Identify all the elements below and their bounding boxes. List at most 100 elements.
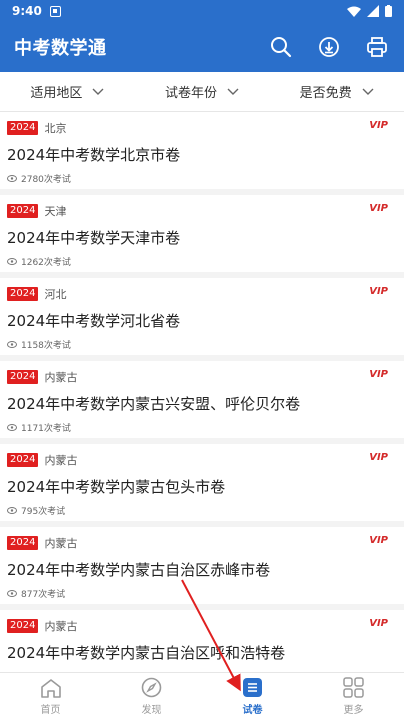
year-badge: 2024 (7, 287, 39, 301)
year-badge: 2024 (7, 204, 39, 218)
views-row: 1262次考试 (7, 255, 396, 268)
compass-icon (141, 677, 162, 698)
status-icons (347, 5, 392, 17)
views-row: 1171次考试 (7, 421, 396, 434)
item-meta: 2024 河北 (7, 286, 396, 302)
region-label: 内蒙古 (44, 371, 78, 384)
views-row: 2780次考试 (7, 172, 396, 185)
vip-badge: VIP (369, 203, 388, 214)
list-item[interactable]: 2024 内蒙古 VIP 2024年中考数学内蒙古自治区呼和浩特卷 (0, 610, 404, 672)
list-item[interactable]: 2024 河北 VIP 2024年中考数学河北省卷 1158次考试 (0, 278, 404, 355)
view-count: 1171次考试 (21, 424, 71, 434)
chevron-down-icon (227, 88, 239, 95)
download-icon (319, 37, 339, 57)
item-meta: 2024 内蒙古 (7, 452, 396, 468)
printer-icon (367, 37, 387, 57)
tab-label: 发现 (141, 705, 162, 716)
view-count: 877次考试 (21, 590, 66, 600)
view-count: 1262次考试 (21, 258, 71, 268)
tab-label: 更多 (343, 705, 364, 716)
eye-icon (7, 507, 17, 514)
signal-icon (367, 5, 379, 17)
filter-year[interactable]: 试卷年份 (135, 82, 270, 101)
eye-icon (7, 175, 17, 182)
eye-icon (7, 424, 17, 431)
list-item[interactable]: 2024 内蒙古 VIP 2024年中考数学内蒙古自治区赤峰市卷 877次考试 (0, 527, 404, 604)
tab-home[interactable]: 首页 (0, 673, 101, 720)
exam-title: 2024年中考数学内蒙古包头市卷 (7, 478, 226, 496)
app-bar: 中考数学通 (0, 22, 404, 72)
item-meta: 2024 内蒙古 (7, 369, 396, 385)
exam-list: 2024 北京 VIP 2024年中考数学北京市卷 2780次考试 2024 天… (0, 112, 404, 672)
tab-exams[interactable]: 试卷 (202, 673, 303, 720)
region-label: 天津 (44, 205, 67, 218)
exam-title: 2024年中考数学内蒙古自治区赤峰市卷 (7, 561, 271, 579)
year-badge: 2024 (7, 121, 39, 135)
views-row: 795次考试 (7, 504, 396, 517)
download-button[interactable] (316, 34, 342, 60)
screen: 9:40 中考数学通 适用地区 试卷年份 是否免费 2024 北京 VIP 20… (0, 0, 404, 720)
grid-icon (343, 677, 364, 698)
search-icon (271, 37, 292, 58)
year-badge: 2024 (7, 536, 39, 550)
home-icon (40, 678, 61, 698)
tab-more[interactable]: 更多 (303, 673, 404, 720)
wifi-icon (347, 6, 361, 17)
eye-icon (7, 590, 17, 597)
region-label: 内蒙古 (44, 620, 78, 633)
list-item[interactable]: 2024 内蒙古 VIP 2024年中考数学内蒙古兴安盟、呼伦贝尔卷 1171次… (0, 361, 404, 438)
list-icon (243, 678, 262, 697)
status-time: 9:40 (12, 4, 42, 18)
battery-icon (385, 5, 392, 17)
exam-title: 2024年中考数学天津市卷 (7, 229, 181, 247)
list-item[interactable]: 2024 内蒙古 VIP 2024年中考数学内蒙古包头市卷 795次考试 (0, 444, 404, 521)
search-button[interactable] (268, 34, 294, 60)
views-row: 1158次考试 (7, 338, 396, 351)
filter-free[interactable]: 是否免费 (269, 82, 404, 101)
item-meta: 2024 内蒙古 (7, 535, 396, 551)
tab-label: 试卷 (242, 705, 263, 716)
year-badge: 2024 (7, 453, 39, 467)
chevron-down-icon (362, 88, 374, 95)
eye-icon (7, 258, 17, 265)
view-count: 2780次考试 (21, 175, 71, 185)
eye-icon (7, 341, 17, 348)
notification-icon (49, 5, 61, 17)
vip-badge: VIP (369, 452, 388, 463)
item-meta: 2024 天津 (7, 203, 396, 219)
filter-label: 是否免费 (299, 86, 352, 101)
print-button[interactable] (364, 34, 390, 60)
exam-title: 2024年中考数学内蒙古兴安盟、呼伦贝尔卷 (7, 395, 301, 413)
exam-title: 2024年中考数学河北省卷 (7, 312, 181, 330)
view-count: 795次考试 (21, 507, 66, 517)
vip-badge: VIP (369, 618, 388, 629)
tab-label: 首页 (40, 704, 61, 716)
app-bar-actions (268, 34, 390, 60)
region-label: 内蒙古 (44, 454, 78, 467)
vip-badge: VIP (369, 120, 388, 131)
region-label: 北京 (44, 122, 67, 135)
exam-title: 2024年中考数学内蒙古自治区呼和浩特卷 (7, 644, 286, 662)
vip-badge: VIP (369, 369, 388, 380)
view-count: 1158次考试 (21, 341, 71, 351)
filter-label: 适用地区 (30, 86, 83, 101)
item-meta: 2024 北京 (7, 120, 396, 136)
chevron-down-icon (92, 88, 104, 95)
item-meta: 2024 内蒙古 (7, 618, 396, 634)
region-label: 河北 (44, 288, 67, 301)
exam-title: 2024年中考数学北京市卷 (7, 146, 181, 164)
status-bar: 9:40 (0, 0, 404, 22)
year-badge: 2024 (7, 370, 39, 384)
list-item[interactable]: 2024 北京 VIP 2024年中考数学北京市卷 2780次考试 (0, 112, 404, 189)
filter-label: 试卷年份 (165, 86, 218, 101)
views-row: 877次考试 (7, 587, 396, 600)
tab-discover[interactable]: 发现 (101, 673, 202, 720)
app-title: 中考数学通 (14, 38, 107, 59)
vip-badge: VIP (369, 535, 388, 546)
year-badge: 2024 (7, 619, 39, 633)
bottom-tab-bar: 首页 发现 试卷 更多 (0, 672, 404, 720)
vip-badge: VIP (369, 286, 388, 297)
list-item[interactable]: 2024 天津 VIP 2024年中考数学天津市卷 1262次考试 (0, 195, 404, 272)
filter-region[interactable]: 适用地区 (0, 82, 135, 101)
filter-bar: 适用地区 试卷年份 是否免费 (0, 72, 404, 112)
